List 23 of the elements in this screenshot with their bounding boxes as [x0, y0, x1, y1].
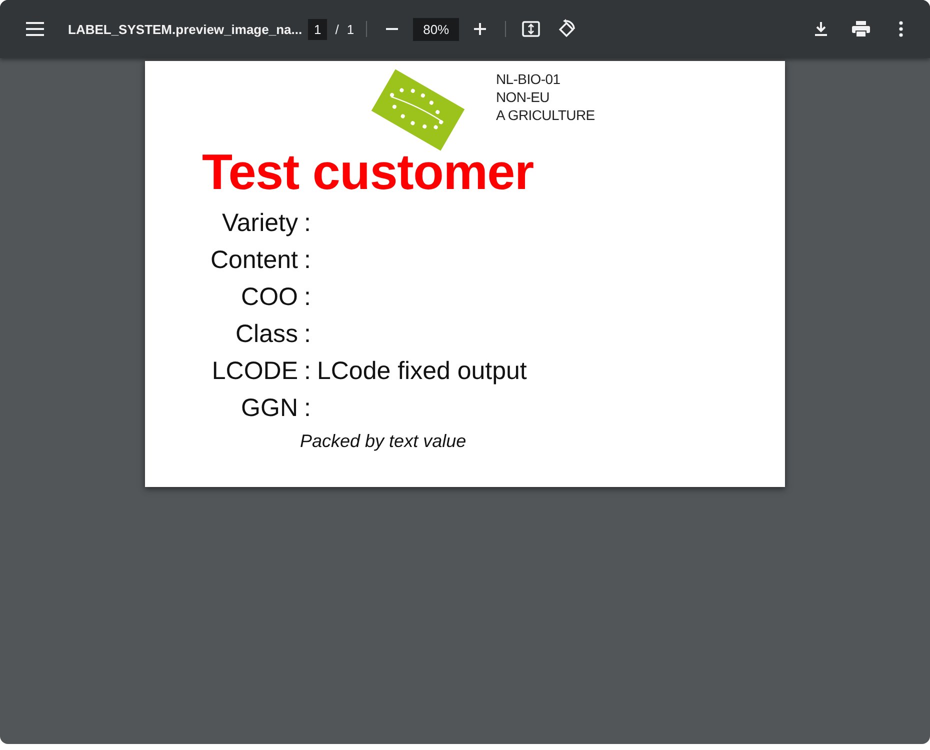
certification-text: NL-BIO-01 [496, 70, 562, 88]
page-separator: / [335, 22, 339, 36]
field-label: GGN [241, 393, 298, 424]
field-label: Variety [222, 208, 298, 239]
packed-by-text: Packed by text value [300, 431, 468, 452]
zoom-field[interactable]: 80% [413, 18, 460, 40]
field-separator: : [304, 245, 311, 276]
field-value: LCode fixed output [316, 356, 527, 387]
customer-title: Test customer [202, 144, 535, 200]
certification-text: NON-EU [496, 88, 550, 106]
field-label: COO [241, 282, 298, 313]
field-label: Class [235, 319, 298, 350]
page-total: 1 [346, 22, 354, 36]
field-separator: : [304, 356, 311, 387]
field-separator: : [304, 393, 311, 424]
field-label: Content [210, 245, 298, 276]
file-name: LABEL_SYSTEM.preview_image_na... [68, 22, 304, 36]
field-separator: : [304, 319, 311, 350]
certification-text: A GRICULTURE [496, 106, 595, 124]
field-separator: : [304, 208, 311, 239]
field-label: LCODE [212, 356, 298, 387]
field-separator: : [304, 282, 311, 313]
page-number-field[interactable]: 1 [308, 18, 328, 40]
